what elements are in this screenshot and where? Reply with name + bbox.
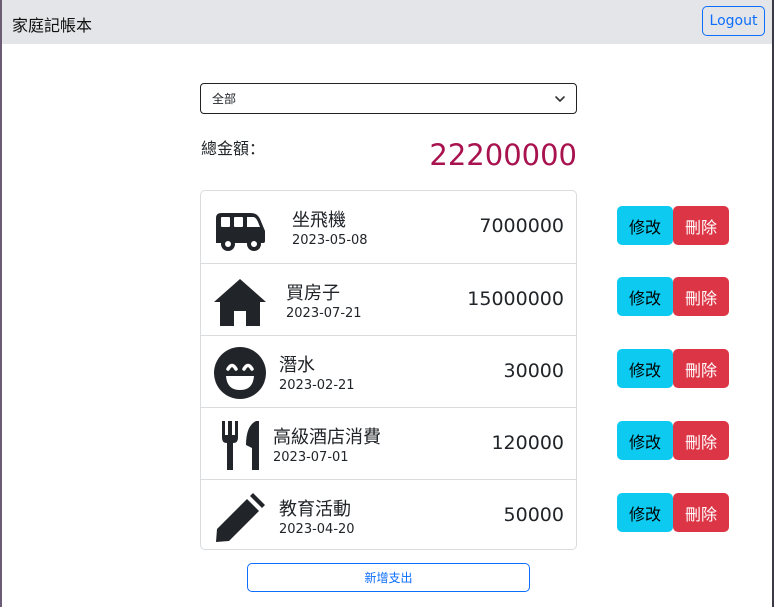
expense-row: 高級酒店消費 2023-07-01 120000 [201,407,576,479]
expense-amount: 50000 [503,504,564,526]
expense-row: 教育活動 2023-04-20 50000 [201,479,576,551]
expense-name: 高級酒店消費 [273,427,381,448]
total-amount: 22200000 [429,138,577,172]
delete-button[interactable]: 刪除 [673,277,729,316]
expense-amount: 30000 [503,360,564,382]
expense-name: 買房子 [286,283,340,304]
edit-button[interactable]: 修改 [617,493,673,532]
expense-row: 坐飛機 2023-05-08 7000000 [201,191,576,263]
logout-button[interactable]: Logout [702,6,765,36]
expense-name: 教育活動 [279,499,351,520]
delete-button[interactable]: 刪除 [673,206,729,245]
expense-row: 潛水 2023-02-21 30000 [201,335,576,407]
expense-date: 2023-02-21 [279,378,355,393]
expense-date: 2023-04-20 [279,522,355,537]
expense-date: 2023-07-01 [273,450,349,465]
expense-list: 坐飛機 2023-05-08 7000000 買房子 2023-07-21 15… [200,190,577,550]
app-title: 家庭記帳本 [12,16,93,35]
expense-date: 2023-05-08 [292,233,368,248]
utensils-icon [213,418,267,472]
expense-amount: 120000 [491,432,564,454]
bus-icon [213,201,267,255]
chevron-down-icon [555,96,565,102]
smile-icon [213,346,267,400]
expense-date: 2023-07-21 [286,306,362,321]
add-expense-button[interactable]: 新增支出 [247,563,530,592]
delete-button[interactable]: 刪除 [673,421,729,460]
expense-row: 買房子 2023-07-21 15000000 [201,263,576,335]
edit-button[interactable]: 修改 [617,277,673,316]
navbar: 家庭記帳本 Logout [2,0,772,44]
expense-name: 潛水 [279,355,315,376]
edit-button[interactable]: 修改 [617,421,673,460]
delete-button[interactable]: 刪除 [673,493,729,532]
expense-amount: 7000000 [479,215,564,237]
house-icon [213,274,267,328]
pencil-icon [213,490,267,544]
expense-name: 坐飛機 [292,210,346,231]
category-select[interactable]: 全部 [200,83,577,114]
delete-button[interactable]: 刪除 [673,349,729,388]
window-left-edge [0,0,2,607]
category-select-value: 全部 [212,92,237,106]
edit-button[interactable]: 修改 [617,349,673,388]
total-label: 總金額： [201,139,266,158]
edit-button[interactable]: 修改 [617,206,673,245]
expense-amount: 15000000 [467,288,564,310]
